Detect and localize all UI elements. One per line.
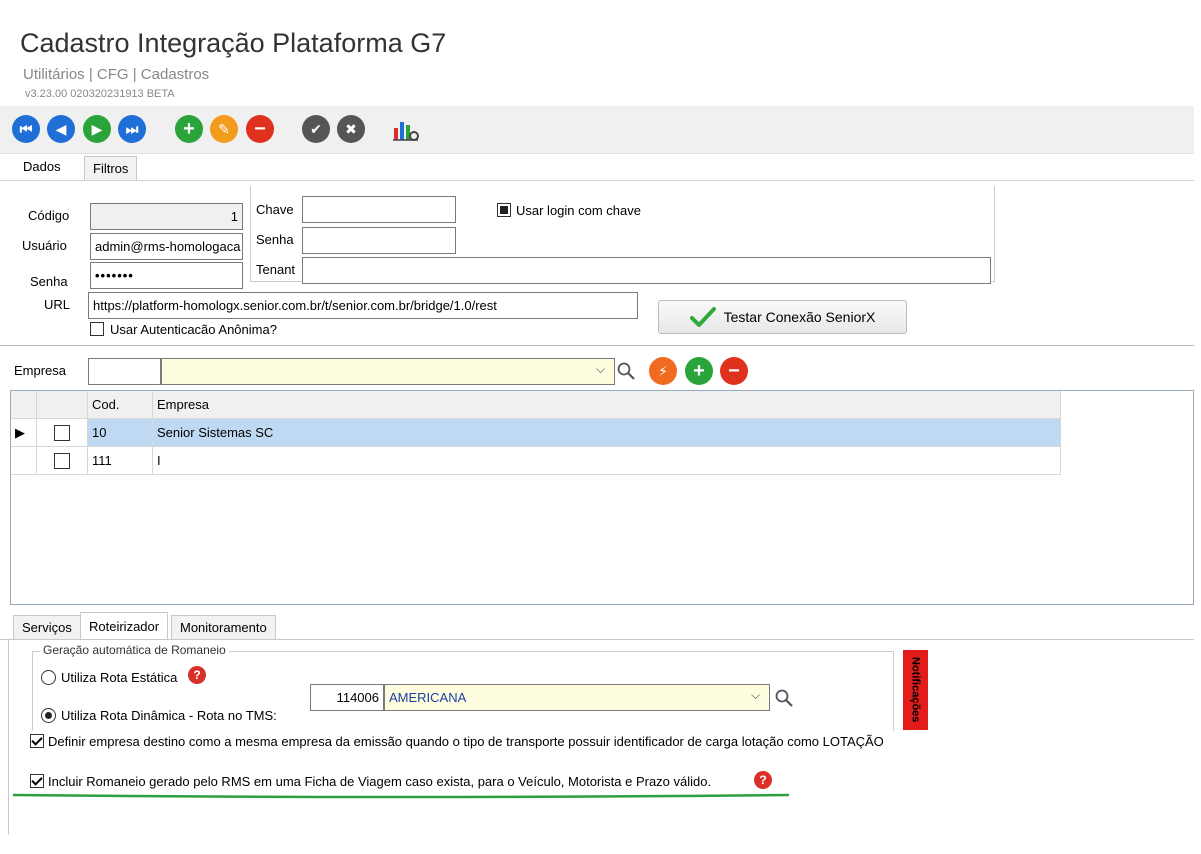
add-icon[interactable]: +	[175, 115, 203, 143]
cancel-icon[interactable]: ✖	[337, 115, 365, 143]
url-field[interactable]: https://platform-homologx.senior.com.br/…	[88, 292, 638, 319]
rota-dinamica-label: Utiliza Rota Dinâmica - Rota no TMS:	[61, 708, 277, 723]
tenant-label: Tenant	[256, 262, 296, 277]
highlight-underline	[12, 793, 790, 799]
grid-header-cod[interactable]: Cod.	[88, 391, 153, 418]
remove-empresa-icon[interactable]: −	[720, 357, 748, 385]
row-checkbox[interactable]	[54, 452, 70, 469]
table-row[interactable]: ▶ 10 Senior Sistemas SC	[11, 419, 1061, 447]
tab-roteirizador[interactable]: Roteirizador	[80, 612, 169, 639]
test-connection-button[interactable]: Testar Conexão SeniorX	[658, 300, 907, 334]
checkmark-icon	[689, 307, 716, 327]
confirm-icon[interactable]: ✔	[302, 115, 330, 143]
usuario-label: Usuário	[22, 238, 67, 253]
codigo-field[interactable]: 1	[90, 203, 243, 230]
search-icon[interactable]	[616, 361, 636, 381]
breadcrumb: Utilitários | CFG | Cadastros	[23, 66, 210, 83]
row-cod: 10	[88, 419, 153, 446]
ficha-viagem-label: Incluir Romaneio gerado pelo RMS em uma …	[48, 774, 712, 789]
chevron-down-icon[interactable]: ⌵	[596, 362, 605, 377]
romaneio-group-label: Geração automática de Romaneio	[40, 643, 229, 657]
bottom-tab-divider	[0, 639, 1194, 640]
add-empresa-icon[interactable]: +	[685, 357, 713, 385]
edit-icon[interactable]: ✎	[210, 115, 238, 143]
login-chave-checkbox[interactable]	[497, 203, 511, 217]
chave-field[interactable]	[302, 196, 456, 223]
empresa-label: Empresa	[14, 363, 67, 378]
next-record-icon[interactable]: ▶	[83, 115, 111, 143]
grid-header-indicator	[11, 391, 37, 418]
chave-label: Chave	[256, 202, 294, 217]
toolbar: ⏮ ◀ ▶ ⏭ + ✎ − ✔ ✖	[0, 106, 1194, 154]
section-divider	[0, 345, 1194, 346]
tab-filtros[interactable]: Filtros	[84, 156, 138, 180]
search-icon[interactable]	[774, 688, 794, 708]
empresa-destino-label: Definir empresa destino como a mesma emp…	[48, 734, 884, 749]
version-label: v3.23.00 020320231913 BETA	[25, 88, 175, 100]
grid-header-check	[37, 391, 88, 418]
senha-label: Senha	[30, 274, 68, 289]
empresa-name-field[interactable]	[161, 358, 615, 385]
chevron-down-icon[interactable]: ⌵	[751, 688, 760, 703]
grid-header-empresa[interactable]: Empresa	[153, 391, 1061, 418]
delete-icon[interactable]: −	[246, 115, 274, 143]
row-empresa: I	[153, 447, 1061, 474]
tab-monitoramento[interactable]: Monitoramento	[171, 615, 276, 639]
first-record-icon[interactable]: ⏮	[12, 115, 40, 143]
row-indicator-icon: ▶	[11, 419, 37, 446]
help-icon[interactable]: ?	[754, 771, 772, 789]
help-icon[interactable]: ?	[188, 666, 206, 684]
senha-field[interactable]: •••••••	[90, 262, 243, 289]
page-title: Cadastro Integração Plataforma G7	[20, 28, 447, 58]
tenant-field[interactable]	[302, 257, 991, 284]
anon-auth-checkbox[interactable]	[90, 322, 104, 336]
table-row[interactable]: 111 I	[11, 447, 1061, 475]
rota-name-field[interactable]: AMERICANA	[384, 684, 770, 711]
row-checkbox[interactable]	[54, 424, 70, 441]
rota-estatica-label: Utiliza Rota Estática	[61, 670, 178, 685]
empresa-code-field[interactable]	[88, 358, 161, 385]
bottom-panel-border	[8, 640, 9, 835]
tab-dados[interactable]: Dados	[15, 154, 69, 178]
rota-dinamica-radio[interactable]	[41, 708, 56, 723]
codigo-label: Código	[28, 208, 70, 223]
lightning-icon[interactable]: ⚡	[649, 357, 677, 385]
row-cod: 111	[88, 447, 153, 474]
last-record-icon[interactable]: ⏭	[118, 115, 146, 143]
previous-record-icon[interactable]: ◀	[47, 115, 75, 143]
anon-auth-label: Usar Autenticacão Anônima?	[110, 322, 277, 337]
rota-estatica-radio[interactable]	[41, 670, 56, 685]
report-chart-icon[interactable]	[392, 115, 420, 143]
url-label: URL	[44, 297, 71, 312]
tab-servicos[interactable]: Serviços	[13, 615, 81, 639]
usuario-field[interactable]: admin@rms-homologaca	[90, 233, 243, 260]
ficha-viagem-checkbox[interactable]	[30, 774, 44, 788]
login-chave-label: Usar login com chave	[516, 203, 641, 218]
row-empresa: Senior Sistemas SC	[153, 419, 1061, 446]
senha-chave-label: Senha	[256, 232, 294, 247]
empresa-destino-checkbox[interactable]	[30, 734, 44, 748]
rota-code-field[interactable]: 114006	[310, 684, 384, 711]
test-connection-label: Testar Conexão SeniorX	[723, 309, 876, 325]
grid-header: Cod. Empresa	[11, 391, 1061, 419]
tab-divider	[0, 180, 1194, 181]
row-indicator	[11, 447, 37, 474]
notificacoes-badge[interactable]: Notificações	[903, 650, 928, 730]
senha-chave-field[interactable]	[302, 227, 456, 254]
empresa-grid: Cod. Empresa ▶ 10 Senior Sistemas SC 111…	[10, 390, 1194, 605]
